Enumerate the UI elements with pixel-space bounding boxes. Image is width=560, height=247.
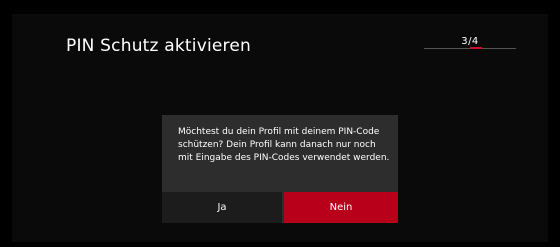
page-title: PIN Schutz aktivieren (66, 36, 252, 56)
tv-screen: PIN Schutz aktivieren 3/4 Möchtest du de… (12, 14, 548, 242)
no-button[interactable]: Nein (284, 192, 398, 223)
dialog-message: Möchtest du dein Profil mit deinem PIN-C… (178, 127, 390, 163)
confirm-dialog: Möchtest du dein Profil mit deinem PIN-C… (162, 115, 398, 223)
yes-button[interactable]: Ja (162, 192, 282, 223)
step-indicator: 3/4 (424, 34, 516, 56)
step-progress-marker (470, 47, 482, 49)
step-counter: 3/4 (461, 36, 479, 47)
